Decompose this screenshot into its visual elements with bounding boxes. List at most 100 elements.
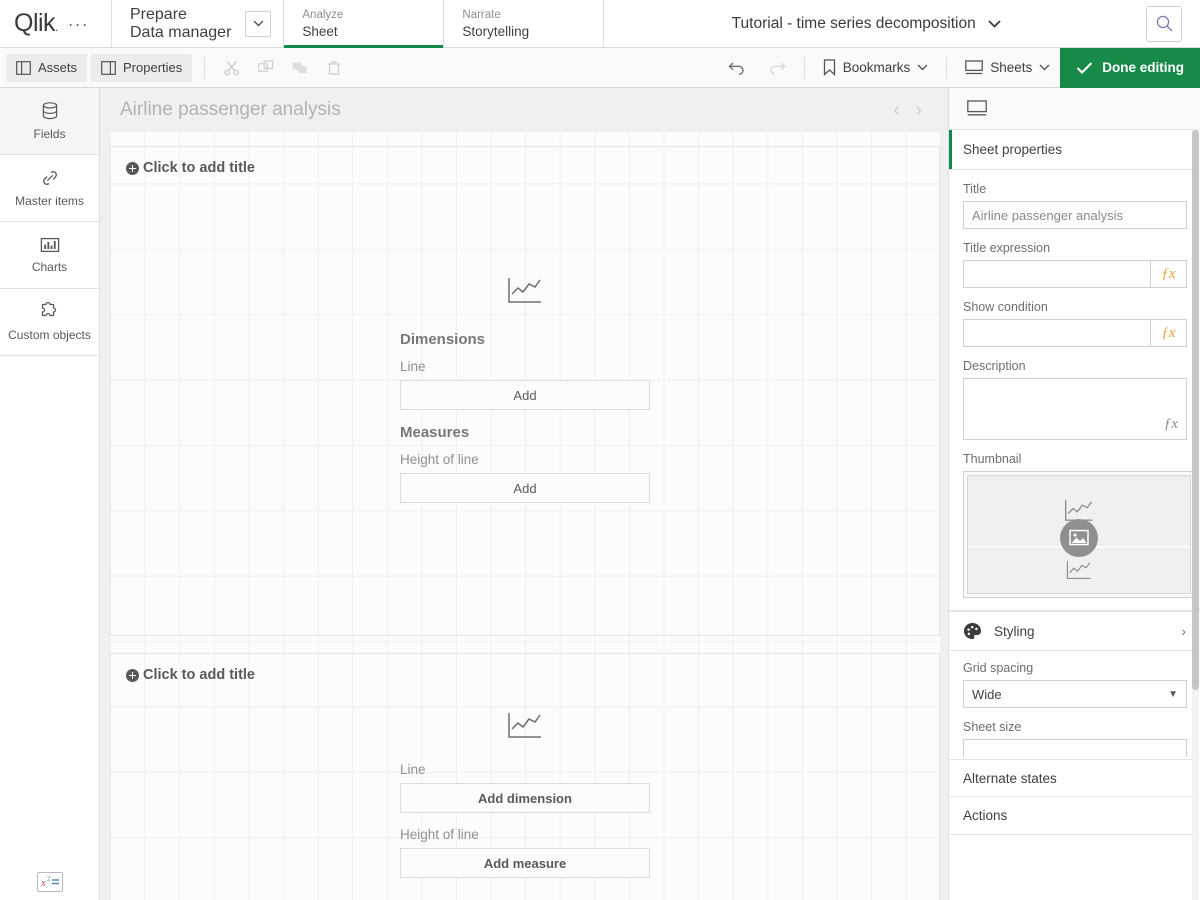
add-dimension-button[interactable]: Add dimension: [400, 783, 650, 813]
show-condition-fx-button[interactable]: ƒx: [1150, 319, 1187, 347]
next-sheet-button[interactable]: ›: [916, 101, 922, 120]
toolbar-divider-3: [946, 57, 947, 79]
dimensions-heading: Dimensions: [400, 331, 650, 348]
puzzle-piece-icon: [39, 302, 61, 322]
delete-button[interactable]: [319, 54, 349, 82]
properties-label: Properties: [123, 60, 182, 75]
properties-panel-scrollbar[interactable]: [1192, 130, 1199, 900]
thumbnail-box[interactable]: [963, 471, 1195, 598]
sheet-properties-header[interactable]: Sheet properties: [949, 130, 1200, 170]
measures-heading: Measures: [400, 424, 650, 441]
title-expression-input[interactable]: [963, 260, 1150, 288]
qlik-logo-dot: .: [55, 22, 58, 34]
nav-item-narrate-storytelling[interactable]: Narrate Storytelling: [444, 0, 604, 47]
chevron-down-icon[interactable]: [988, 20, 1001, 28]
toolbar-divider: [204, 57, 205, 79]
image-upload-icon[interactable]: [1060, 519, 1098, 557]
sidebar-item-custom-objects[interactable]: Custom objects: [0, 289, 99, 355]
variables-icon[interactable]: x 2: [37, 872, 63, 892]
database-icon: [40, 101, 60, 121]
title-expression-fx-button[interactable]: ƒx: [1150, 260, 1187, 288]
bookmarks-button[interactable]: Bookmarks: [813, 48, 939, 88]
sidebar-item-fields[interactable]: Fields: [0, 88, 99, 154]
chart-object-2[interactable]: Click to add title Line Add dimension He…: [110, 653, 940, 900]
qlik-logo[interactable]: Qlik.: [14, 9, 58, 38]
plus-circle-icon: [126, 669, 139, 682]
chart-object-1[interactable]: Click to add title Dimensions Line Add M…: [110, 146, 940, 636]
dimension-label: Line: [400, 359, 650, 374]
title-label: Title: [963, 182, 1186, 196]
prepare-dropdown-button[interactable]: [245, 11, 271, 37]
sidebar-bottom-area: x 2: [0, 872, 100, 892]
thumbnail-preview[interactable]: [967, 475, 1191, 594]
description-textarea[interactable]: ƒx: [963, 378, 1187, 440]
scrollbar-thumb[interactable]: [1192, 130, 1199, 690]
document-title-area[interactable]: Tutorial - time series decomposition: [604, 0, 1128, 47]
properties-toggle-button[interactable]: Properties: [91, 54, 192, 82]
show-condition-input[interactable]: [963, 319, 1150, 347]
sidebar-item-master-items[interactable]: Master items: [0, 155, 99, 221]
nav-prepare-label: Data manager: [130, 24, 231, 42]
alternate-states-row[interactable]: Alternate states: [949, 759, 1200, 797]
undo-button[interactable]: [718, 48, 757, 88]
add-measure-button[interactable]: Add measure: [400, 848, 650, 878]
styling-row[interactable]: Styling ›: [949, 611, 1200, 651]
nav-item-analyze-sheet[interactable]: Analyze Sheet: [284, 0, 444, 47]
description-group: Description ƒx: [949, 347, 1200, 440]
object-1-title-placeholder[interactable]: Click to add title: [111, 147, 939, 176]
nav-prepare-kicker: Prepare: [130, 6, 231, 24]
chevron-down-icon: [1039, 64, 1050, 71]
redo-button[interactable]: [757, 48, 796, 88]
assets-toggle-button[interactable]: Assets: [6, 54, 87, 82]
bookmarks-label: Bookmarks: [843, 60, 911, 75]
sheet-size-label: Sheet size: [963, 720, 1186, 734]
nav-analyze-label: Sheet: [302, 23, 425, 40]
measure-label: Height of line: [400, 827, 650, 842]
sidebar-item-charts[interactable]: Charts: [0, 222, 99, 288]
search-button[interactable]: [1146, 6, 1182, 42]
qlik-logo-text: Qlik: [14, 9, 55, 37]
actions-row[interactable]: Actions: [949, 797, 1200, 835]
bookmark-icon: [823, 59, 836, 76]
show-condition-label: Show condition: [963, 300, 1186, 314]
sheets-button[interactable]: Sheets: [955, 48, 1060, 88]
line-chart-glyph: [507, 277, 543, 305]
cut-button[interactable]: [217, 54, 247, 82]
top-navigation-bar: Qlik. ··· Prepare Data manager Analyze S…: [0, 0, 1200, 48]
global-search-area: [1128, 0, 1200, 47]
grid-spacing-value: Wide: [972, 687, 1002, 702]
line-chart-icon: [507, 277, 543, 305]
sheet-icon[interactable]: [967, 100, 987, 117]
description-fx-button[interactable]: ƒx: [1164, 416, 1178, 433]
object-2-title-placeholder[interactable]: Click to add title: [111, 654, 939, 683]
add-dimension-button[interactable]: Add: [400, 380, 650, 410]
chevron-down-icon: [253, 20, 264, 27]
properties-panel-toolbar: [949, 88, 1200, 130]
thumbnail-label: Thumbnail: [963, 452, 1186, 466]
previous-sheet-button[interactable]: ‹: [893, 101, 899, 120]
done-editing-button[interactable]: Done editing: [1060, 48, 1200, 88]
sidebar-item-label: Custom objects: [8, 328, 91, 342]
title-input[interactable]: Airline passenger analysis: [963, 201, 1187, 229]
object-1-placeholder-body: Dimensions Line Add Measures Height of l…: [111, 277, 939, 517]
line-chart-icon: [1066, 560, 1092, 581]
sidebar-item-label: Master items: [15, 194, 84, 208]
undo-arrow-icon: [728, 60, 747, 76]
grid-spacing-select[interactable]: Wide ▼: [963, 680, 1187, 708]
plus-circle-icon: [126, 162, 139, 175]
more-menu-icon[interactable]: ···: [66, 19, 91, 29]
object-2-title-text: Click to add title: [143, 667, 255, 683]
object-2-placeholder-body: Line Add dimension Height of line Add me…: [111, 712, 939, 892]
add-measure-button[interactable]: Add: [400, 473, 650, 503]
palette-icon: [963, 622, 982, 640]
sheet-canvas-grid[interactable]: Click to add title Dimensions Line Add M…: [110, 132, 940, 900]
sheet-size-select[interactable]: [963, 739, 1187, 757]
trash-icon: [326, 60, 342, 76]
grid-spacing-group: Grid spacing Wide ▼: [949, 651, 1200, 708]
copy-button[interactable]: [251, 54, 281, 82]
link-icon: [40, 168, 60, 188]
nav-item-prepare[interactable]: Prepare Data manager: [112, 0, 284, 47]
dimension-label: Line: [400, 762, 650, 777]
title-expression-group: Title expression ƒx: [949, 229, 1200, 288]
paste-button[interactable]: [285, 54, 315, 82]
